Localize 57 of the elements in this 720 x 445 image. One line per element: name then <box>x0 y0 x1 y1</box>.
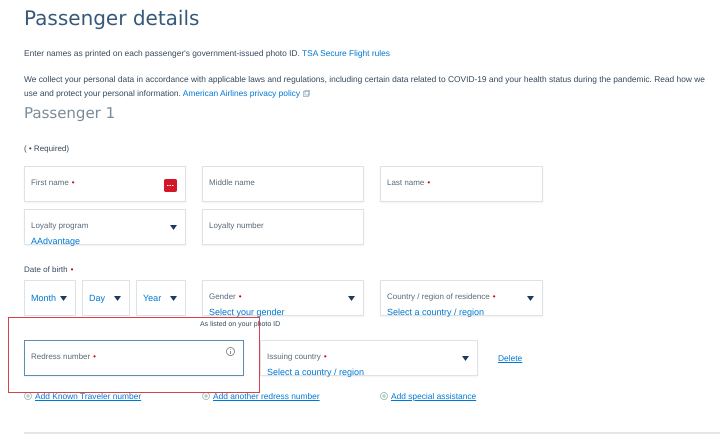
date-select[interactable]: Month <box>24 280 76 316</box>
caret-icon <box>114 296 121 301</box>
add-icon <box>24 392 32 400</box>
add-link[interactable]: Add Known Traveler number <box>24 391 202 401</box>
date-of-birth-label: Date of birth <box>24 265 68 274</box>
select-field[interactable]: Gender • Select your gender <box>202 280 364 316</box>
caret-icon <box>348 296 355 301</box>
autofill-icon[interactable] <box>164 179 177 192</box>
caret-icon <box>170 225 177 230</box>
intro-text: Enter names as printed on each passenger's government-issued photo ID. TSA Secure Flight rules <box>24 47 391 60</box>
date-select[interactable]: Year <box>136 280 186 316</box>
select-field[interactable]: Country / region of residence • Select a country / region <box>380 280 543 316</box>
required-mark: • <box>72 178 75 187</box>
caret-icon <box>60 296 67 301</box>
caret-icon <box>462 356 469 361</box>
required-mark: • <box>427 178 430 187</box>
text-field[interactable]: Middle name <box>202 166 364 202</box>
privacy-link[interactable]: American Airlines privacy policy <box>182 88 310 98</box>
delete-link[interactable]: Delete <box>498 353 522 363</box>
required-mark: • <box>93 352 96 361</box>
field-label: First name <box>31 178 69 187</box>
page-title: Passenger details <box>24 6 200 30</box>
required-mark: • <box>70 265 74 274</box>
select-value: Select your gender <box>209 307 285 317</box>
select-value: AAdvantage <box>31 236 80 246</box>
field-label: Loyalty number <box>209 221 264 230</box>
select-field[interactable]: Issuing country • Select a country / region <box>260 340 478 376</box>
passenger-heading: Passenger 1 <box>24 104 116 122</box>
required-mark: • <box>324 352 327 361</box>
field-label: Last name <box>387 178 424 187</box>
field-label: Loyalty program <box>31 221 88 230</box>
select-value: Select a country / region <box>267 367 364 377</box>
field-label: Middle name <box>209 178 255 187</box>
external-link-icon <box>303 90 310 97</box>
caret-icon <box>170 296 177 301</box>
field-label: Issuing country <box>267 352 321 361</box>
required-mark: • <box>492 292 496 301</box>
privacy-text: We collect your personal data in accordance with applicable laws and regulations, including certain data related to COVID-19 and your health status during the pandemic. Read how we use and protect your personal information. American Airlines privacy policy <box>24 73 706 100</box>
rules-link[interactable]: TSA Secure Flight rules <box>302 48 390 58</box>
caret-icon <box>527 296 534 301</box>
text-field[interactable]: Loyalty number <box>202 209 364 245</box>
field-label: Redress number <box>31 352 90 361</box>
select-value: Select a country / region <box>387 307 484 317</box>
text-field[interactable]: Last name • <box>380 166 543 202</box>
info-icon[interactable] <box>226 347 235 356</box>
required-mark: • <box>238 292 242 301</box>
redress-field[interactable]: Redress number • <box>24 340 244 376</box>
add-icon <box>380 392 388 400</box>
date-select[interactable]: Day <box>82 280 130 316</box>
field-label: Country / region of residence <box>387 292 490 301</box>
select-field[interactable]: Loyalty program AAdvantage <box>24 209 186 245</box>
add-icon <box>202 392 210 400</box>
add-link[interactable]: Add special assistance <box>380 391 720 401</box>
required-note: ( • Required) <box>24 144 70 153</box>
text-field[interactable]: First name • <box>24 166 186 202</box>
add-link[interactable]: Add another redress number <box>202 391 380 401</box>
field-label: Gender <box>209 292 236 301</box>
